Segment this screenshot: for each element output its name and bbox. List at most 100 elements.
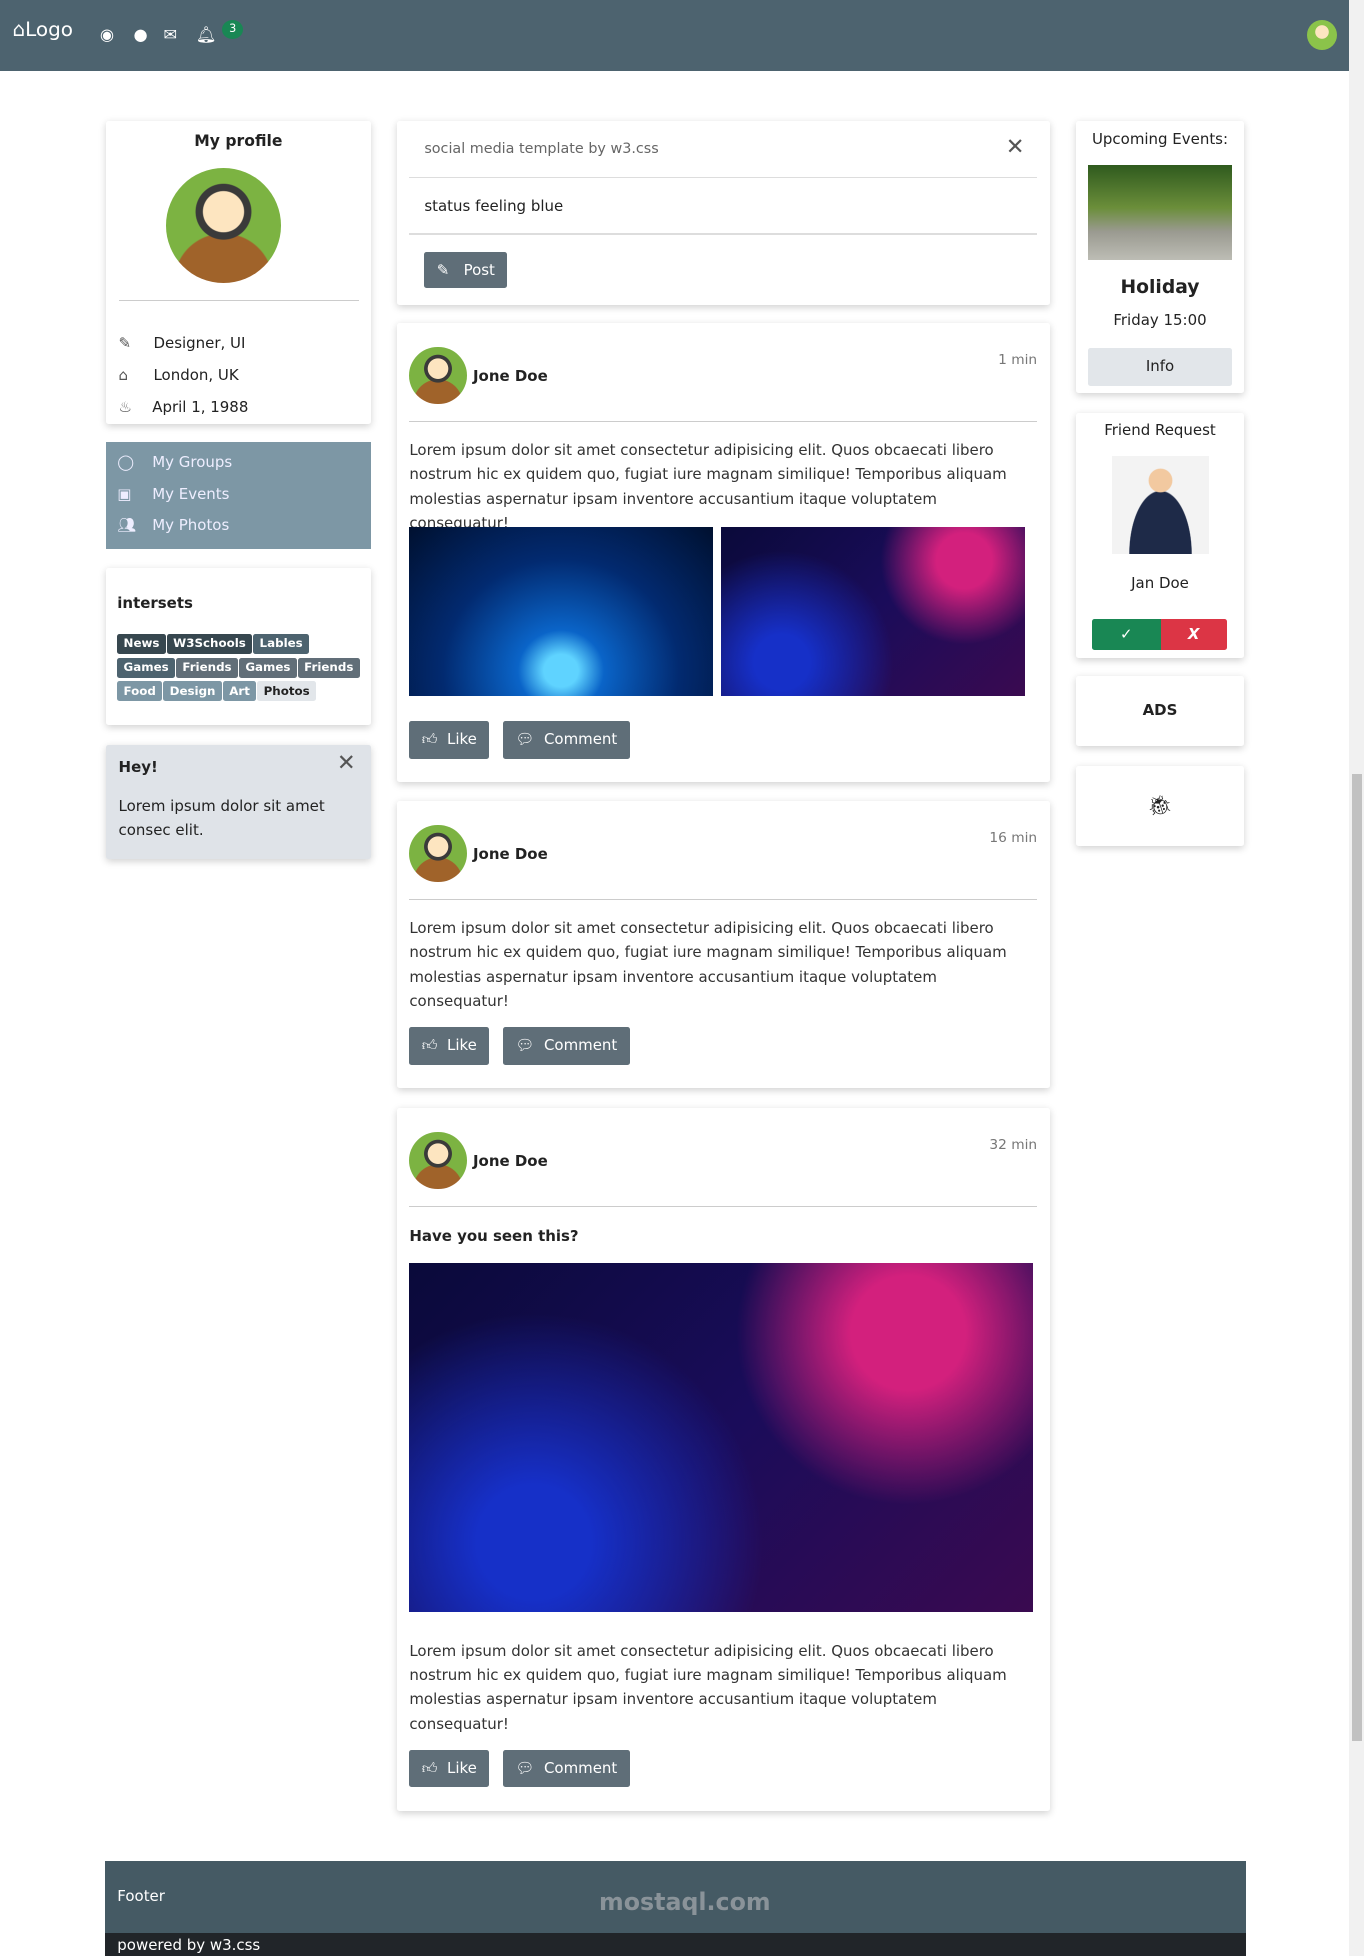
- author-name[interactable]: Jone Doe: [473, 845, 548, 863]
- interest-tag[interactable]: Art: [222, 681, 257, 702]
- comment-icon: 💬︎: [515, 1758, 535, 1777]
- scrollbar[interactable]: [1349, 0, 1364, 1956]
- ads-card: ADS: [1075, 676, 1245, 747]
- comment-icon: 💬︎: [515, 1036, 535, 1055]
- friend-photo: [1111, 455, 1210, 555]
- interest-tag[interactable]: Food: [117, 681, 163, 702]
- interests-title: intersets: [117, 594, 193, 613]
- profile-avatar: [165, 168, 281, 284]
- post-card: Jone Doe 32 min Have you seen this? Lore…: [396, 1108, 1050, 1811]
- footer-label: Footer: [117, 1886, 165, 1905]
- info-button[interactable]: Info: [1088, 348, 1232, 386]
- footer: Footer mostaql.com: [104, 1860, 1246, 1934]
- footer-bottom: powered by w3.css: [104, 1933, 1246, 1956]
- location-row: ⌂ London, UK: [119, 360, 249, 392]
- comment-button[interactable]: 💬︎ Comment: [502, 721, 630, 759]
- interest-tags: News W3Schools LablesGames Friends Games Frie…: [117, 633, 367, 705]
- post-text: Lorem ipsum dolor sit amet consectetur a…: [409, 1641, 1007, 1733]
- thumbs-up-icon: 👍︎: [421, 730, 438, 749]
- post-time: 1 min: [998, 351, 1038, 368]
- menu-my-events[interactable]: ▣ My Events: [117, 479, 370, 511]
- w3css-link[interactable]: w3.css: [210, 1936, 260, 1954]
- author-name[interactable]: Jone Doe: [473, 367, 548, 385]
- interest-tag[interactable]: Games: [117, 657, 175, 678]
- author-name[interactable]: Jone Doe: [473, 1152, 548, 1170]
- like-button[interactable]: 👍︎ Like: [409, 1749, 490, 1788]
- top-navbar: ⌂Logo ◉ ● ✉ 🔔︎ 3: [0, 0, 1350, 72]
- author-avatar: [409, 346, 467, 405]
- events-card: Upcoming Events: Holiday Friday 15:00 In…: [1075, 121, 1245, 394]
- envelope-icon[interactable]: ✉: [163, 25, 177, 44]
- bell-icon[interactable]: 🔔︎: [196, 25, 217, 44]
- post-time: 16 min: [989, 829, 1038, 846]
- home-icon: ⌂: [12, 17, 26, 42]
- interest-tag[interactable]: Games: [239, 657, 297, 678]
- post-card: Jone Doe 1 min Lorem ipsum dolor sit ame…: [396, 323, 1050, 783]
- friend-name: Jan Doe: [1131, 574, 1189, 593]
- profile-title: My profile: [194, 132, 283, 151]
- event-time: Friday 15:00: [1113, 310, 1207, 329]
- author-avatar: [409, 1131, 467, 1190]
- interest-tag[interactable]: Friends: [297, 657, 360, 678]
- like-button[interactable]: 👍︎ Like: [409, 721, 490, 759]
- post-image[interactable]: [721, 526, 1025, 697]
- interest-tag[interactable]: Design: [163, 681, 222, 702]
- notification-badge: 3: [222, 19, 244, 39]
- logo-link[interactable]: ⌂Logo: [12, 17, 73, 41]
- birthday-cake-icon: ♨: [118, 397, 132, 416]
- globe-icon[interactable]: ◉: [100, 25, 114, 44]
- post-button[interactable]: ✎ Post: [424, 252, 508, 289]
- pencil-icon: ✎: [436, 261, 450, 280]
- author-avatar: [409, 824, 467, 883]
- thumbs-up-icon: 👍︎: [421, 1758, 438, 1777]
- interest-tag[interactable]: W3Schools: [166, 633, 253, 654]
- job-row: ✎ Designer, UI: [119, 328, 249, 360]
- profile-card: My profile ✎ Designer, UI ⌂ London, UK ♨ Ap…: [106, 121, 371, 425]
- interests-card: intersets News W3Schools LablesGames Friend…: [106, 567, 371, 726]
- interest-tag[interactable]: Lables: [253, 633, 309, 654]
- post-heading: Have you seen this?: [409, 1226, 579, 1245]
- post-image[interactable]: [409, 1262, 1034, 1613]
- friend-request-card: Friend Request Jan Doe ✓ X: [1075, 413, 1245, 658]
- birthday-row: ♨ April 1, 1988: [119, 392, 249, 424]
- composer-title: social media template by w3.css: [424, 141, 659, 157]
- close-icon[interactable]: ✕: [337, 750, 356, 776]
- interest-tag[interactable]: Friends: [176, 657, 238, 678]
- events-title: Upcoming Events:: [1091, 129, 1229, 148]
- users-icon: 👥︎: [117, 516, 137, 535]
- post-text: Lorem ipsum dolor sit amet consectetur a…: [409, 919, 1007, 1011]
- home-icon: ⌂: [118, 366, 129, 385]
- status-input[interactable]: status feeling blue: [424, 197, 563, 215]
- user-avatar[interactable]: [1306, 19, 1337, 50]
- user-icon[interactable]: ●: [134, 25, 148, 44]
- post-time: 32 min: [989, 1136, 1038, 1153]
- like-button[interactable]: 👍︎ Like: [409, 1027, 490, 1065]
- close-icon[interactable]: ✕: [1006, 134, 1025, 160]
- accept-button[interactable]: ✓: [1091, 618, 1161, 651]
- circle-icon: ◯: [117, 452, 135, 471]
- alert-title: Hey!: [118, 757, 158, 776]
- composer-card: social media template by w3.css ✕ status…: [396, 121, 1050, 305]
- interest-tag[interactable]: News: [117, 633, 166, 654]
- post-text: Lorem ipsum dolor sit amet consectetur a…: [409, 441, 1007, 533]
- event-image: [1088, 164, 1232, 260]
- post-card: Jone Doe 16 min Lorem ipsum dolor sit am…: [396, 801, 1050, 1089]
- menu-my-photos[interactable]: 👥︎ My Photos: [117, 510, 370, 542]
- post-image[interactable]: [409, 526, 713, 697]
- friend-request-title: Friend Request: [1104, 420, 1216, 439]
- sidebar-menu: ◯ My Groups ▣ My Events 👥︎ My Photos: [106, 441, 371, 550]
- bug-icon: 🐞︎: [1075, 766, 1245, 847]
- menu-my-groups[interactable]: ◯ My Groups: [117, 447, 370, 479]
- calendar-icon: ▣: [117, 484, 132, 503]
- event-name: Holiday: [1120, 277, 1200, 299]
- comment-button[interactable]: 💬︎ Comment: [502, 1027, 630, 1065]
- watermark: mostaql.com: [599, 1888, 771, 1917]
- thumbs-up-icon: 👍︎: [421, 1036, 438, 1055]
- alert-card: Hey! ✕ Lorem ipsum dolor sit amet consec…: [106, 745, 371, 859]
- comment-icon: 💬︎: [515, 730, 535, 749]
- pencil-icon: ✎: [118, 334, 132, 353]
- decline-button[interactable]: X: [1160, 618, 1227, 651]
- comment-button[interactable]: 💬︎ Comment: [502, 1749, 630, 1788]
- scrollbar-thumb[interactable]: [1351, 773, 1362, 1741]
- interest-tag[interactable]: Photos: [257, 681, 316, 702]
